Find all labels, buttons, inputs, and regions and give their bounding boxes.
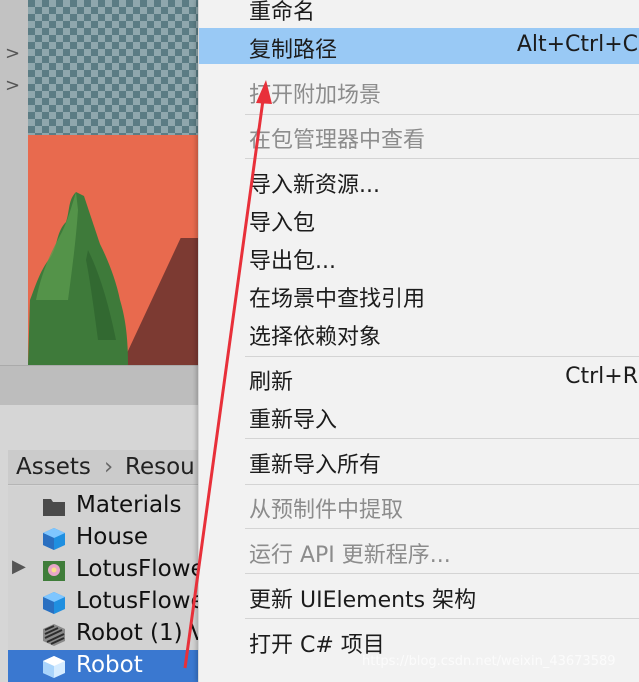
annotation-arrow-icon (183, 80, 272, 669)
watermark: https://blog.csdn.net/weixin_43673589 (362, 654, 616, 669)
